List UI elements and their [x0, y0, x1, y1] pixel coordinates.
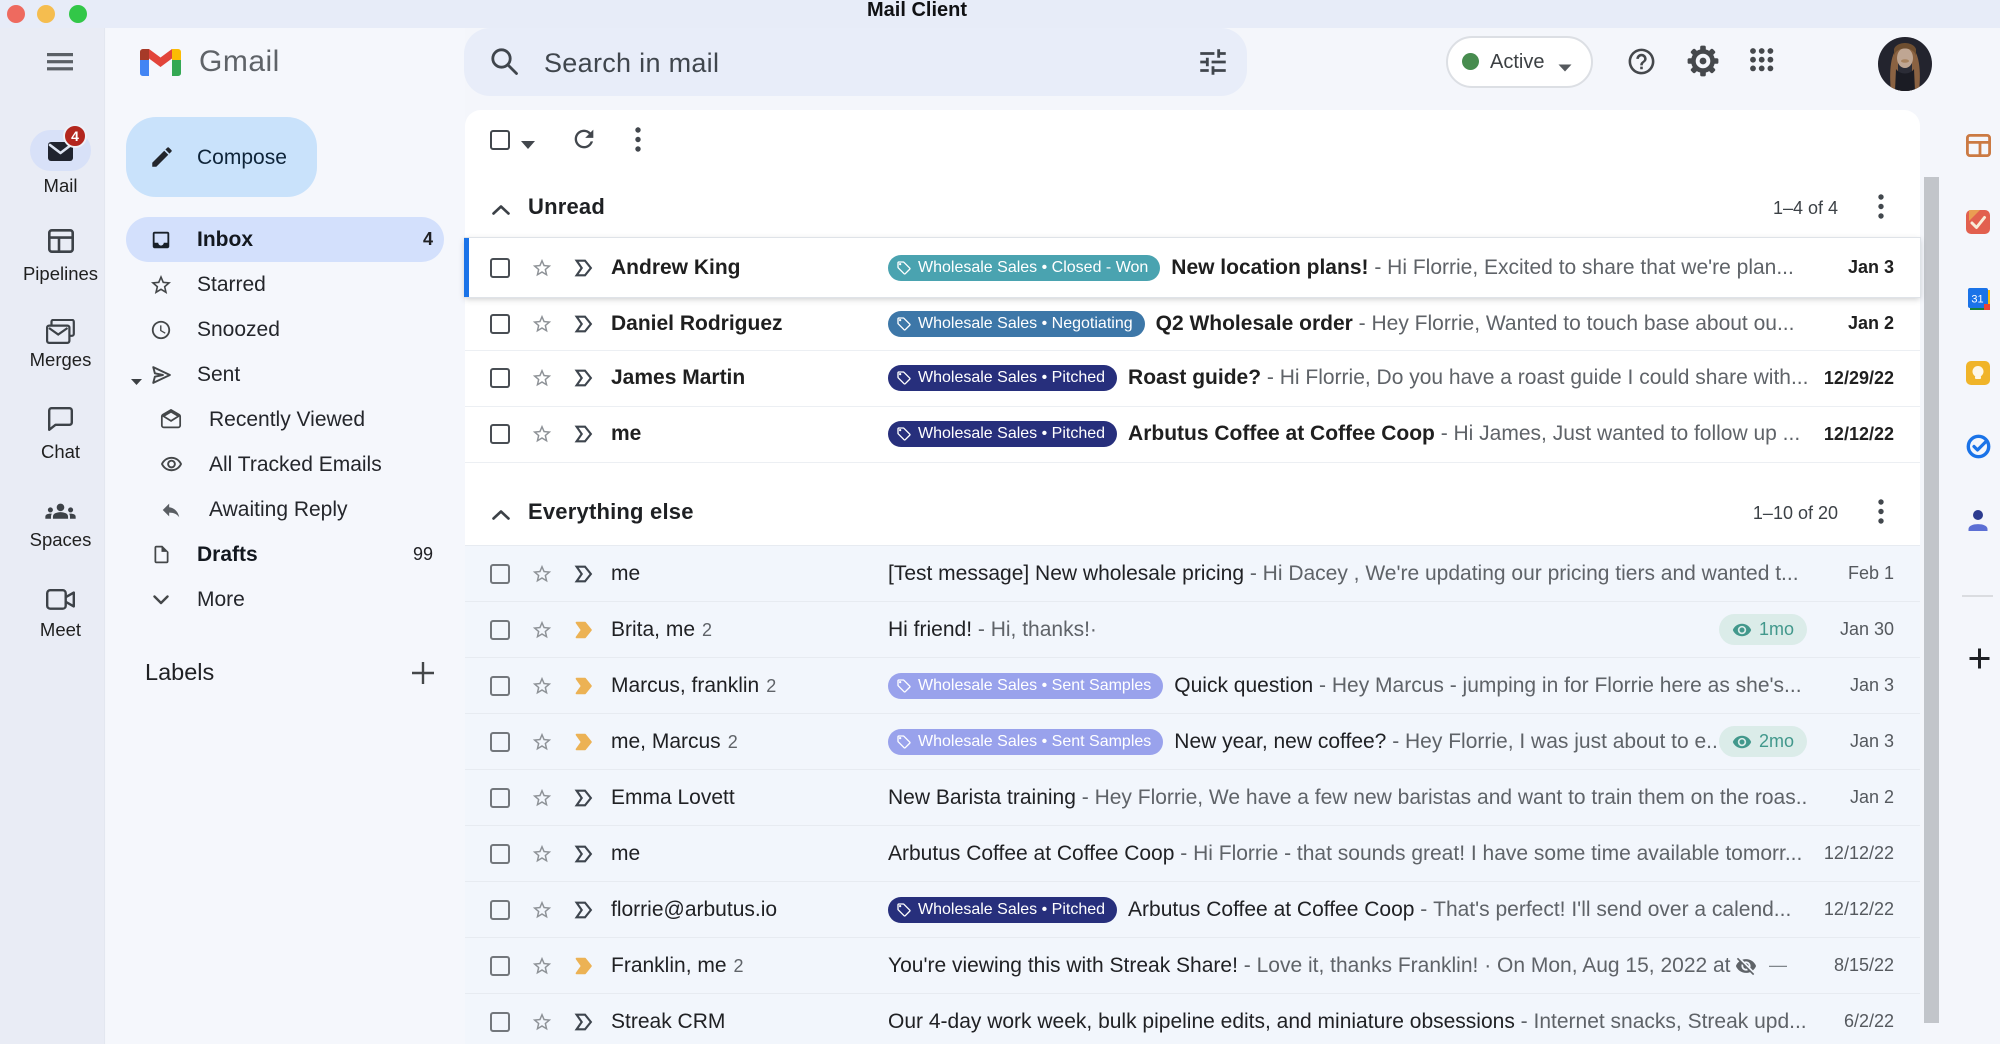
- svg-text:31: 31: [1971, 294, 1983, 306]
